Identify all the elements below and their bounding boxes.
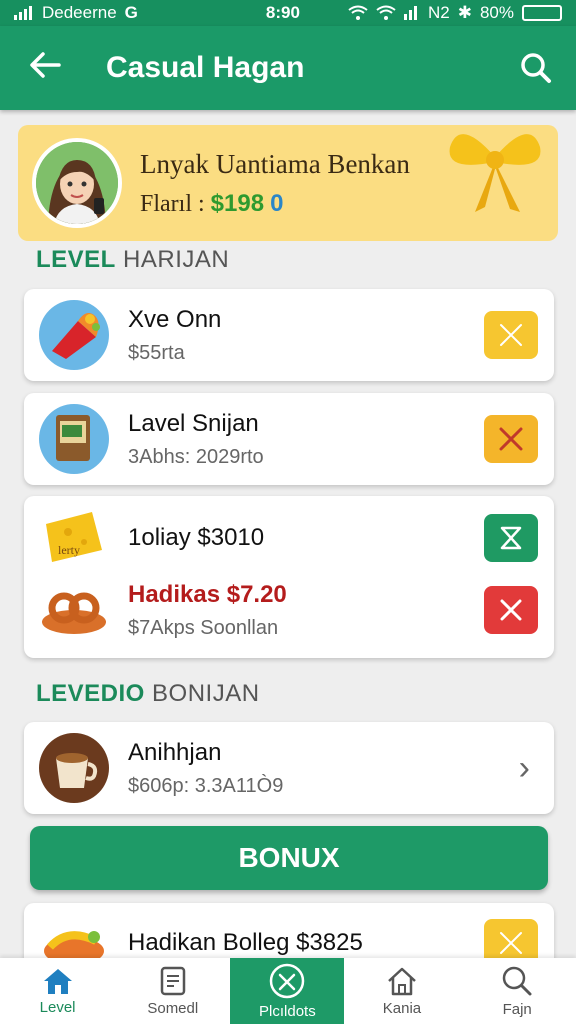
nav-label: Kania [382, 999, 422, 1017]
home-icon [43, 968, 72, 994]
bouquet-icon [39, 300, 109, 370]
item-title: Hadikan Bolleg $3825 [128, 929, 363, 956]
item-subtitle: 3Abhs: 2029rto [128, 445, 264, 468]
bluetooth-icon: ✱ [457, 3, 472, 22]
level-card-1[interactable]: Xve Onn $55rta [24, 289, 554, 381]
close-icon [499, 427, 523, 451]
section-rest: BONIJAN [152, 680, 260, 707]
battery-percent: 80% [479, 3, 514, 22]
nav-label: Plcıldots [259, 1002, 316, 1020]
profile-card[interactable]: Lnyak Uantiama Benkan Flarıl : $198 0 [18, 125, 558, 241]
carrier-logo: G [124, 3, 138, 22]
level-card-2[interactable]: Lavel Snijan 3Abhs: 2029rto [24, 393, 554, 485]
section-title-bonus: LEVEDIO BONIJAN [36, 680, 260, 708]
coin-icon: 0 [270, 189, 284, 217]
item-title: 1oliay $3010 [128, 524, 265, 551]
search-icon [502, 966, 532, 995]
section-prefix: LEVEDIO [36, 680, 145, 707]
nav-item-somedl[interactable]: Somedl [115, 958, 230, 1024]
item-title: Lavel Snijan [128, 409, 259, 437]
page-title: Casual Hagan [106, 51, 305, 84]
status-time: 8:90 [265, 3, 300, 22]
list-item[interactable]: Xve Onn $55rta [24, 289, 554, 381]
list-item[interactable]: Anihhjan $606p: 3.3A11Ò9 › [24, 722, 554, 814]
nav-item-center[interactable]: Plcıldots [230, 958, 345, 1024]
signal-icon [14, 6, 32, 20]
nav-item-kania[interactable]: Kania [344, 958, 459, 1024]
balance-label: Flarıl : [140, 190, 205, 217]
item-title: Anihhjan [128, 738, 222, 766]
chevron-right-icon[interactable]: › [519, 749, 530, 788]
list-item[interactable]: Lavel Snijan 3Abhs: 2029rto [24, 393, 554, 485]
section-prefix: LEVEL [36, 246, 116, 273]
action-button[interactable] [484, 415, 538, 463]
profile-name: Lnyak Uantiama Benkan [140, 148, 410, 179]
status-bar: Dedeerne G 8:90 N2 ✱ 80% [0, 0, 576, 26]
document-icon [160, 966, 186, 995]
section-title-level: LEVEL HARIJAN [36, 246, 229, 274]
nav-label: Somedl [147, 999, 199, 1017]
nav-label: Level [39, 998, 76, 1016]
section-rest: HARIJAN [123, 246, 230, 273]
bonus-button[interactable]: BONUX [30, 826, 548, 890]
carrier-name: Dedeerne [42, 3, 117, 22]
wifi-icon [348, 5, 368, 20]
item-subtitle: $7Akps Soonllan [128, 616, 279, 639]
nav-item-fajn[interactable]: Fajn [460, 958, 575, 1024]
close-icon [500, 324, 522, 346]
bonus-icon [270, 963, 305, 998]
cell-signal-icon [403, 6, 417, 20]
wifi-icon-2 [376, 5, 396, 20]
level-card-3[interactable]: lerty 1oliay $3010 Hadikas $7.20 $7Akps … [24, 496, 554, 658]
user-avatar-icon [36, 142, 118, 224]
search-icon [521, 53, 551, 83]
item-subtitle: $55rta [128, 341, 185, 364]
nav-label: Fajn [502, 1000, 532, 1018]
action-button[interactable] [484, 311, 538, 359]
svg-text:lerty: lerty [58, 543, 80, 557]
book-icon [39, 404, 109, 474]
hourglass-icon [500, 526, 522, 550]
bottom-navigation: Level Somedl Plcıldots Kania Fajn [0, 958, 576, 1024]
avatar [32, 138, 122, 228]
item-subtitle: $606p: 3.3A11Ò9 [128, 774, 284, 797]
coffee-cup-icon [39, 733, 109, 803]
app-bar: Casual Hagan [0, 26, 576, 110]
house-icon [388, 967, 416, 995]
action-button[interactable] [484, 514, 538, 562]
pretzel-icon [42, 592, 106, 634]
back-button[interactable] [0, 51, 90, 85]
gift-bow-icon [449, 134, 541, 212]
profile-balance: Flarıl : $198 0 [140, 190, 410, 218]
item-title: Xve Onn [128, 305, 222, 333]
network-type: N2 [427, 3, 450, 22]
action-button[interactable] [484, 586, 538, 634]
search-button[interactable] [496, 52, 576, 84]
close-icon [500, 932, 522, 954]
list-item[interactable]: Hadikas $7.20 $7Akps Soonllan [24, 564, 554, 656]
bonus-card[interactable]: Anihhjan $606p: 3.3A11Ò9 › [24, 722, 554, 814]
back-arrow-icon [30, 52, 61, 78]
balance-amount: $198 [210, 189, 265, 217]
item-title: Hadikas $7.20 [128, 580, 287, 608]
close-icon [500, 599, 522, 621]
battery-icon [521, 5, 562, 21]
nav-item-level[interactable]: Level [0, 958, 115, 1024]
